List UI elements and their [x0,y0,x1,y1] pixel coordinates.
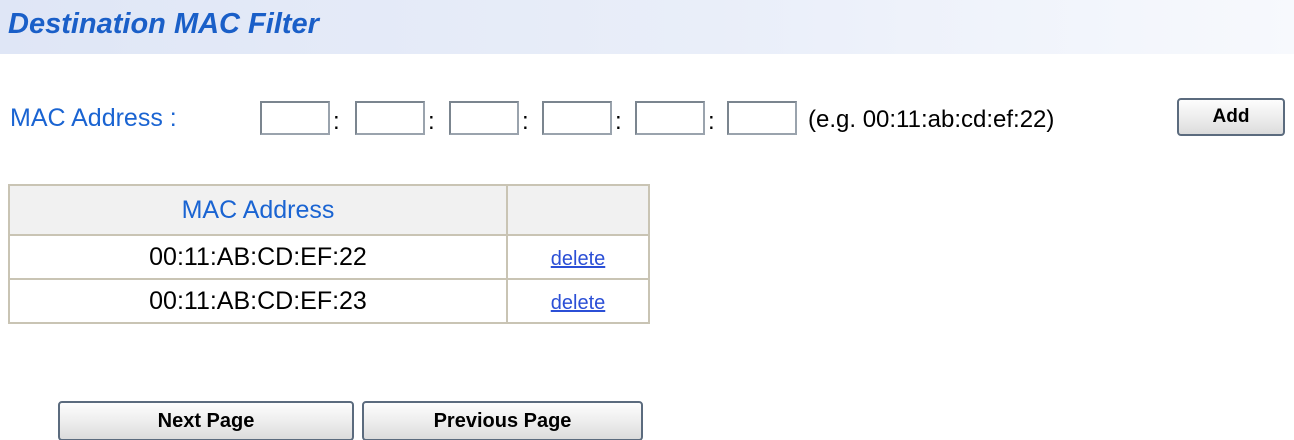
table-header-row: MAC Address [8,184,650,236]
mac-separator: : [428,108,435,135]
mac-octet-6-input[interactable] [727,101,797,135]
mac-address-table: MAC Address 00:11:AB:CD:EF:22 delete 00:… [8,184,650,324]
mac-separator: : [333,108,340,135]
next-page-button[interactable]: Next Page [58,401,354,440]
mac-address-cell: 00:11:AB:CD:EF:22 [8,234,508,280]
page: Destination MAC Filter MAC Address : : :… [0,0,1294,440]
delete-link[interactable]: delete [551,248,606,270]
page-header: Destination MAC Filter [0,0,1294,54]
mac-octet-2-input[interactable] [355,101,425,135]
mac-address-column-header: MAC Address [8,184,508,236]
mac-octet-5-input[interactable] [635,101,705,135]
mac-format-example: (e.g. 00:11:ab:cd:ef:22) [808,106,1055,133]
mac-octet-4-input[interactable] [542,101,612,135]
previous-page-button[interactable]: Previous Page [362,401,643,440]
page-title: Destination MAC Filter [8,8,319,40]
action-cell: delete [506,234,650,280]
mac-address-entry-row: MAC Address : : : : : : (e.g. 00:11:ab:c… [0,96,1294,144]
add-mac-button[interactable]: Add [1177,98,1285,136]
delete-link[interactable]: delete [551,292,606,314]
mac-separator: : [615,108,622,135]
mac-separator: : [708,108,715,135]
mac-octet-1-input[interactable] [260,101,330,135]
mac-address-label: MAC Address : [10,104,177,132]
table-row: 00:11:AB:CD:EF:23 delete [8,278,650,324]
action-cell: delete [506,278,650,324]
mac-address-cell: 00:11:AB:CD:EF:23 [8,278,508,324]
mac-separator: : [522,108,529,135]
mac-octet-3-input[interactable] [449,101,519,135]
table-row: 00:11:AB:CD:EF:22 delete [8,234,650,280]
action-column-header [506,184,650,236]
